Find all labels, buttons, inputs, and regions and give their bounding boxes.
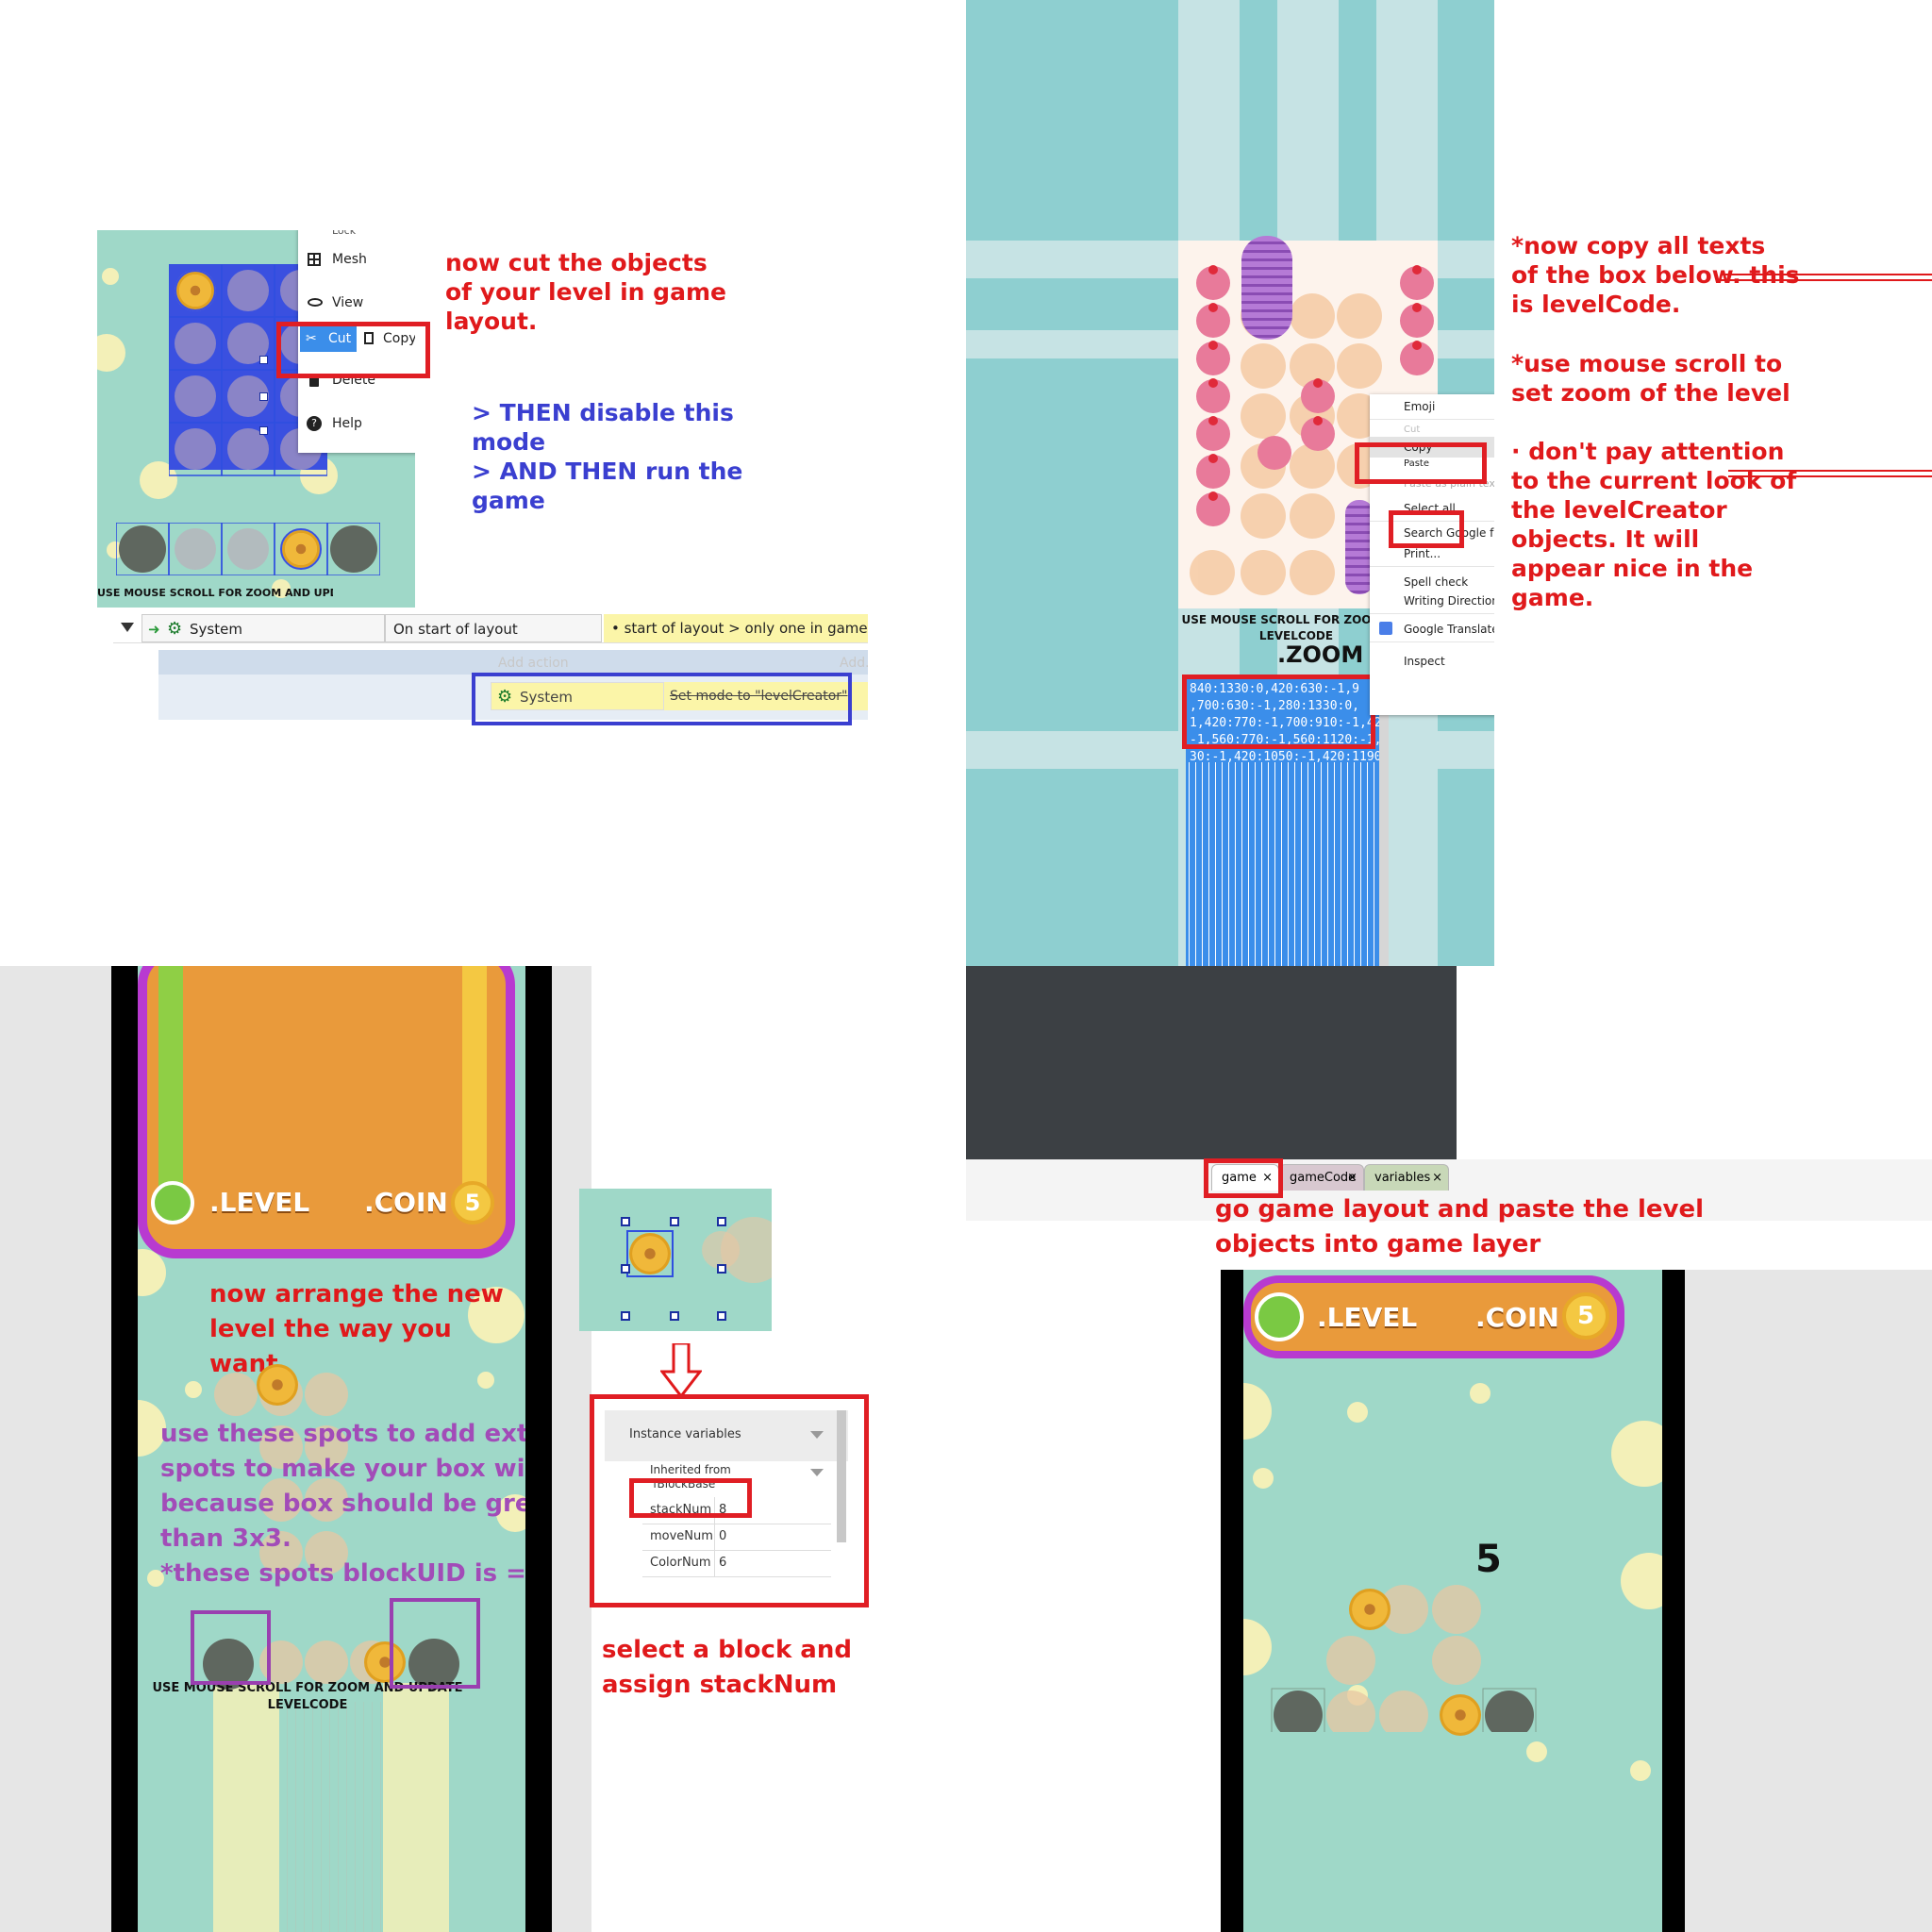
- arrow-line: [1721, 274, 1932, 281]
- extra-spot-highlight: [191, 1610, 271, 1685]
- selection-handle[interactable]: [259, 392, 268, 401]
- help-icon: ?: [307, 416, 322, 431]
- menu-item-spell-check[interactable]: Spell check: [1370, 574, 1494, 591]
- selection-handle[interactable]: [717, 1311, 726, 1321]
- level-icon: [151, 1181, 194, 1224]
- menu-item-emoji[interactable]: Emoji: [1370, 398, 1494, 415]
- collapse-arrow-icon[interactable]: [121, 623, 134, 632]
- select-all-highlight: [1389, 510, 1464, 548]
- menu-item-view[interactable]: View: [298, 292, 415, 313]
- add-action-link[interactable]: Add action: [498, 656, 569, 671]
- add-link[interactable]: Add...: [840, 656, 868, 671]
- stacknum-highlight: [629, 1478, 752, 1518]
- selected-block-preview: [579, 1189, 772, 1331]
- level-bottom-row: [116, 523, 380, 575]
- tab-gamecode[interactable]: gameCode ×: [1279, 1164, 1364, 1191]
- zoom-footer-line2: LEVELCODE: [1258, 629, 1334, 642]
- step5-panel: game × gameCode × variables × go game la…: [966, 966, 1932, 1932]
- hud-level-label: .LEVEL: [209, 1187, 310, 1218]
- purple-donut-stack: [1241, 236, 1292, 340]
- tab-variables[interactable]: variables ×: [1364, 1164, 1449, 1191]
- arrow-line: [1728, 470, 1932, 477]
- menu-item-mesh[interactable]: Mesh: [298, 249, 415, 270]
- then-instruction: > THEN disable this mode > AND THEN run …: [472, 399, 743, 514]
- menu-item-help[interactable]: ? Help: [298, 413, 415, 434]
- selection-handle[interactable]: [259, 426, 268, 435]
- game-screen: .LEVEL .COIN 5 5: [1243, 1270, 1662, 1932]
- event-comment[interactable]: • start of layout > only one in game: [604, 614, 868, 642]
- extra-spot-highlight: [390, 1598, 480, 1689]
- paste-instruction: go game layout and paste the level objec…: [1215, 1195, 1705, 1258]
- mesh-icon: [308, 253, 321, 266]
- menu-item-cut[interactable]: Cut: [1370, 425, 1494, 436]
- editor-dark-area: [966, 966, 1457, 1159]
- copy-highlight: [1355, 442, 1487, 484]
- close-icon[interactable]: ×: [1432, 1165, 1442, 1191]
- menu-item-inspect[interactable]: Inspect: [1370, 653, 1494, 670]
- zoom-label: .ZOOM: [1277, 641, 1364, 668]
- donut-block[interactable]: [257, 1364, 298, 1406]
- donut-block[interactable]: [629, 1233, 671, 1274]
- donut-block[interactable]: [1440, 1694, 1481, 1736]
- game-screen: .LEVEL .COIN 5 now arrange the new level…: [138, 966, 525, 1932]
- game-view: USE MOUSE SCROLL FOR ZOOM LEVELCODE .ZOO…: [966, 0, 1494, 966]
- level-icon: [1255, 1292, 1304, 1341]
- selection-handle[interactable]: [621, 1311, 630, 1321]
- selection-handle[interactable]: [717, 1264, 726, 1274]
- stack-number: 5: [1475, 1538, 1502, 1581]
- textarea-scrollbar[interactable]: [1379, 677, 1389, 966]
- hud-coin-label: .COIN: [1475, 1302, 1559, 1333]
- event-condition[interactable]: On start of layout: [385, 614, 602, 642]
- down-arrow-icon: [660, 1343, 702, 1399]
- step3-panel: .LEVEL .COIN 5 now arrange the new level…: [0, 966, 966, 1932]
- selection-handle[interactable]: [670, 1311, 679, 1321]
- zoom-instruction: *use mouse scroll to set zoom of the lev…: [1511, 350, 1790, 407]
- spots-note: use these spots to add extra spots to ma…: [160, 1420, 525, 1588]
- system-gear-icon: ⚙: [167, 619, 183, 639]
- selection-handle[interactable]: [717, 1217, 726, 1226]
- step2-panel: USE MOUSE SCROLL FOR ZOOM LEVELCODE .ZOO…: [966, 0, 1932, 966]
- menu-item-lock[interactable]: Lock: [298, 230, 415, 238]
- note-instruction: · don't pay attention to the current loo…: [1511, 438, 1797, 611]
- menu-item-writing-direction[interactable]: Writing Direction: [1370, 592, 1494, 609]
- coin-icon: 5: [1562, 1292, 1609, 1340]
- selection-handle[interactable]: [670, 1217, 679, 1226]
- selection-handle[interactable]: [621, 1217, 630, 1226]
- event-arrow-icon: ➜: [148, 621, 160, 638]
- donut-block[interactable]: [175, 270, 216, 311]
- layout-footer-text: USE MOUSE SCROLL FOR ZOOM AND UPDATE LEV…: [97, 587, 333, 599]
- step1-instruction: now cut the objects of your level in gam…: [445, 249, 726, 335]
- level-code-highlight: [1182, 675, 1375, 749]
- stacknum-instruction: select a block and assign stackNum: [602, 1636, 852, 1699]
- disabled-action-highlight: [472, 673, 852, 725]
- coin-icon: 5: [451, 1181, 494, 1224]
- donut-block[interactable]: [280, 528, 322, 570]
- close-icon[interactable]: ×: [1347, 1165, 1357, 1191]
- cut-copy-highlight: [276, 322, 430, 378]
- hud-coin-label: .COIN: [364, 1187, 448, 1218]
- eye-icon: [308, 298, 323, 307]
- menu-item-google-translate[interactable]: Google Translate: [1370, 621, 1494, 638]
- level-code-line: 30:-1,420:1050:-1,420:1190:-1,42: [1190, 750, 1389, 764]
- layout-preview: USE MOUSE SCROLL FOR ZOOM AND UPDATE LEV…: [97, 230, 415, 608]
- step1-panel: USE MOUSE SCROLL FOR ZOOM AND UPDATE LEV…: [0, 0, 966, 966]
- selection-handle[interactable]: [259, 356, 268, 364]
- arrange-footer-line2: LEVELCODE: [267, 1698, 348, 1712]
- event-object: System: [190, 621, 242, 638]
- donut-block[interactable]: [1349, 1589, 1391, 1630]
- zoom-footer-line1: USE MOUSE SCROLL FOR ZOOM: [1181, 613, 1383, 626]
- hud-level-label: .LEVEL: [1317, 1302, 1418, 1333]
- selection-handle[interactable]: [621, 1264, 630, 1274]
